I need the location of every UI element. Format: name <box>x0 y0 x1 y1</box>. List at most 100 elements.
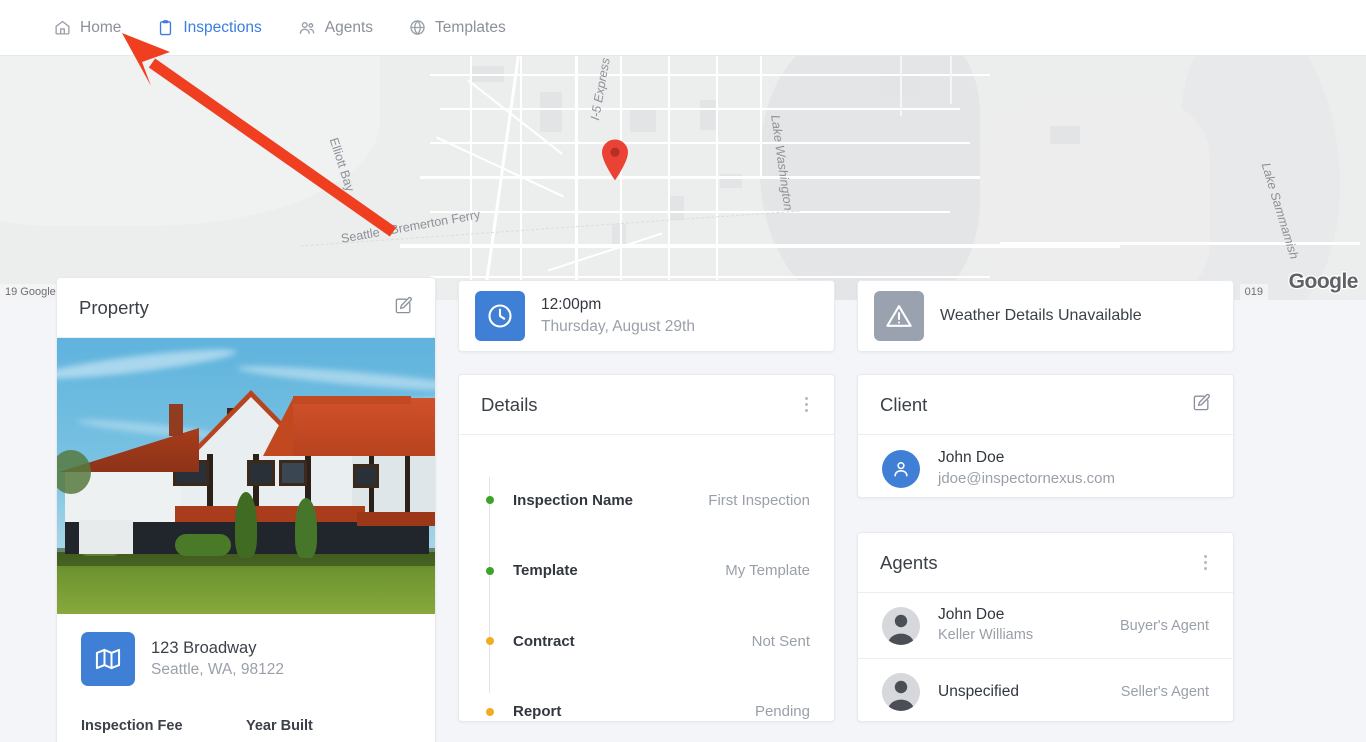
detail-value: Pending <box>754 703 810 721</box>
detail-label: Contract <box>513 632 575 650</box>
map-road <box>716 56 718 300</box>
map-road <box>575 56 578 300</box>
nav-label-inspections: Inspections <box>183 18 262 36</box>
map-road <box>430 211 950 213</box>
kebab-menu-icon[interactable] <box>801 393 812 416</box>
client-email: jdoe@inspectornexus.com <box>938 469 1115 487</box>
map-road <box>668 56 670 300</box>
nav-label-home: Home <box>80 18 122 36</box>
property-card-header: Property <box>57 278 435 338</box>
people-icon <box>298 19 316 37</box>
person-silhouette-icon <box>882 673 920 711</box>
agent-row-buyer[interactable]: John Doe Keller Williams Buyer's Agent <box>858 593 1233 659</box>
kebab-menu-icon[interactable] <box>1200 551 1211 574</box>
schedule-card: 12:00pm Thursday, August 29th <box>458 280 835 352</box>
schedule-time: 12:00pm <box>541 296 602 314</box>
map-road <box>430 276 990 278</box>
map-label-i5-express: I-5 Express <box>588 56 613 122</box>
map-road <box>760 56 762 176</box>
map-road <box>420 176 980 179</box>
agent-role: Buyer's Agent <box>1119 617 1209 634</box>
app-page: Home Inspections Agents Templates Elliot… <box>0 0 1366 742</box>
status-dot <box>486 566 494 575</box>
status-dot <box>486 707 494 716</box>
client-name: John Doe <box>938 449 1005 466</box>
map-icon[interactable] <box>81 632 135 686</box>
property-stats: Inspection Fee Year Built <box>57 692 435 734</box>
client-card: Client John Doe jdoe@inspectornexus.com <box>857 374 1234 498</box>
agent-name: Unspecified <box>938 682 1019 700</box>
main-navigation: Home Inspections Agents Templates <box>0 0 1366 56</box>
schedule-date: Thursday, August 29th <box>541 318 695 335</box>
google-watermark: Google <box>1287 269 1359 295</box>
agent-info: John Doe Keller Williams <box>938 605 1102 645</box>
map-road <box>440 108 960 110</box>
map-road <box>547 232 663 272</box>
map-road <box>430 142 970 144</box>
nav-item-inspections[interactable]: Inspections <box>157 0 262 56</box>
nav-label-templates: Templates <box>435 18 506 36</box>
property-title: Property <box>79 296 149 318</box>
nav-item-templates[interactable]: Templates <box>409 0 506 56</box>
home-icon <box>54 19 71 36</box>
weather-message: Weather Details Unavailable <box>940 307 1142 324</box>
map-road <box>950 56 952 104</box>
location-map[interactable]: Elliott Bay Seattle - Bremerton Ferry I-… <box>0 56 1366 300</box>
map-attribution-left: 19 Google <box>0 284 61 300</box>
agent-name: John Doe <box>938 606 1005 624</box>
details-card: Details Inspection Name First Inspection… <box>458 374 835 722</box>
property-address: 123 Broadway Seattle, WA, 98122 <box>57 614 435 692</box>
globe-icon <box>409 19 426 36</box>
detail-row-template: Template My Template <box>483 536 810 607</box>
detail-value: My Template <box>725 562 810 580</box>
map-location-pin[interactable] <box>600 138 630 187</box>
stat-label: Inspection Fee <box>81 718 183 734</box>
person-silhouette-icon <box>882 606 920 645</box>
client-row[interactable]: John Doe jdoe@inspectornexus.com <box>858 435 1233 502</box>
map-land-eastside <box>980 96 1210 300</box>
status-dot <box>486 637 494 646</box>
status-dot <box>486 496 494 505</box>
clock-icon <box>475 291 525 341</box>
agent-role: Seller's Agent <box>1120 684 1209 700</box>
detail-value: First Inspection <box>708 491 810 509</box>
property-photo <box>57 338 435 614</box>
edit-pencil-icon[interactable] <box>394 296 413 320</box>
agents-card: Agents John Doe Keller Williams Buyer's … <box>857 532 1234 722</box>
detail-label: Template <box>513 562 578 580</box>
stat-year-built: Year Built <box>246 718 411 734</box>
map-block <box>668 196 684 220</box>
detail-label: Inspection Name <box>513 491 634 509</box>
nav-item-agents[interactable]: Agents <box>298 0 373 56</box>
nav-item-home[interactable]: Home <box>54 0 121 56</box>
clipboard-icon <box>157 19 174 36</box>
agents-title: Agents <box>880 551 938 573</box>
map-label-ferry: Seattle - Bremerton Ferry <box>340 207 482 246</box>
stat-label: Year Built <box>246 718 313 734</box>
detail-label: Report <box>513 703 562 721</box>
details-body: Inspection Name First Inspection Templat… <box>459 435 834 742</box>
agent-row-seller[interactable]: Unspecified Seller's Agent <box>858 659 1233 725</box>
detail-value: Not Sent <box>751 632 810 650</box>
detail-row-contract: Contract Not Sent <box>483 606 810 677</box>
details-card-header: Details <box>459 375 834 435</box>
detail-row-report: Report Pending <box>483 677 810 742</box>
warning-triangle-icon <box>874 291 924 341</box>
person-icon <box>882 449 920 488</box>
agent-info: Unspecified <box>938 682 1103 703</box>
nav-label-agents: Agents <box>324 18 374 36</box>
map-block <box>630 110 656 132</box>
details-title: Details <box>481 393 538 415</box>
property-address-line2: Seattle, WA, 98122 <box>151 660 284 678</box>
detail-row-inspection-name: Inspection Name First Inspection <box>483 465 810 536</box>
map-block <box>540 92 562 132</box>
map-road <box>470 56 472 300</box>
map-block <box>1050 126 1080 144</box>
client-title: Client <box>880 393 928 415</box>
edit-pencil-icon[interactable] <box>1192 393 1211 417</box>
map-road <box>900 56 902 116</box>
map-road-highway <box>1000 242 1360 245</box>
agent-company: Keller Williams <box>938 627 1034 644</box>
map-water-elliott-bay <box>0 56 380 226</box>
property-address-line1: 123 Broadway <box>151 639 257 658</box>
